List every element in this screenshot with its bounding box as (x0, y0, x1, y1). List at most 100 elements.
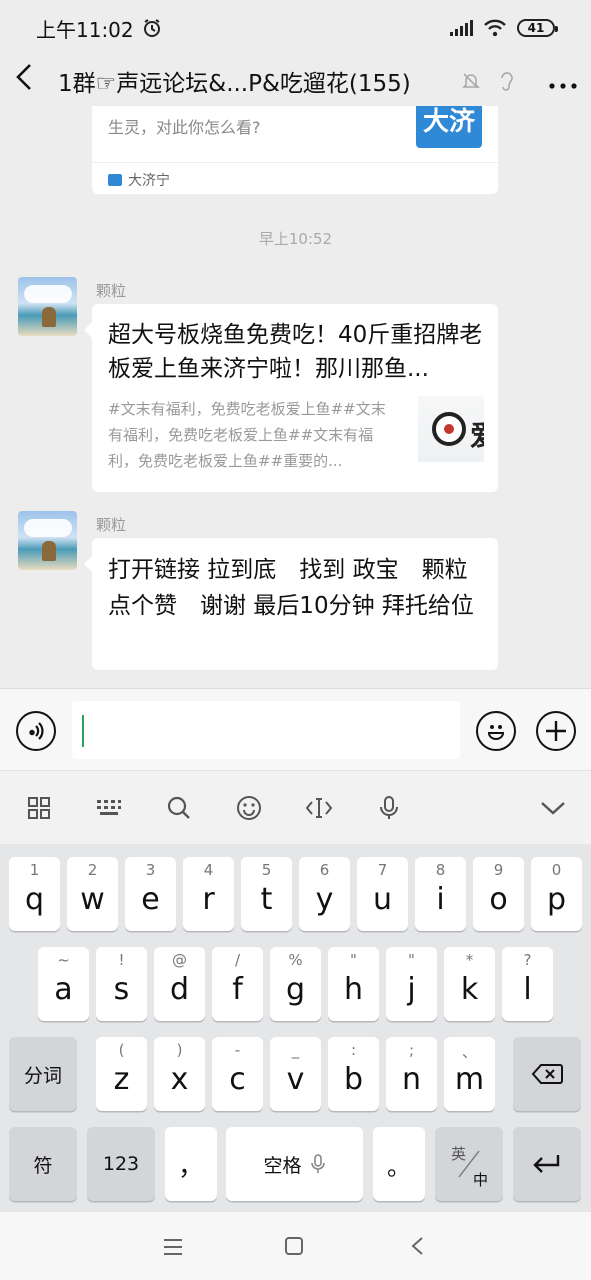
comma-label: ， (177, 1151, 204, 1182)
period-key[interactable]: 。 (373, 1127, 425, 1201)
status-right-group: 41 (449, 19, 558, 37)
link-card-thumbnail: 大济 (416, 106, 482, 148)
key-x[interactable]: ) x (154, 1037, 205, 1111)
key-b[interactable]: :b (328, 1037, 379, 1111)
thumbnail-logo-icon (432, 412, 466, 446)
cursor-move-icon[interactable] (304, 793, 334, 823)
key-hint: 、 (461, 1043, 477, 1061)
key-label: q (24, 881, 45, 917)
key-n[interactable]: ; n (386, 1037, 437, 1111)
key-hint: 4 (203, 861, 214, 879)
key-g[interactable]: % g (270, 947, 321, 1021)
key-label: e (141, 881, 160, 917)
menu-icon[interactable] (162, 1234, 184, 1262)
keyboard-layout-icon[interactable] (94, 793, 124, 823)
key-a[interactable]: ~ a (38, 947, 89, 1021)
key-i[interactable]: 8i (415, 857, 466, 931)
language-switch-key[interactable]: 英 中 (435, 1127, 503, 1201)
key-label: g (285, 971, 306, 1007)
key-d[interactable]: @ d (154, 947, 205, 1021)
key-label: m (454, 1061, 485, 1097)
signal-icon (450, 20, 473, 36)
key-hint: @ (172, 951, 187, 969)
fenci-key[interactable]: 分词 (9, 1037, 77, 1111)
message-input[interactable] (72, 701, 460, 759)
key-m[interactable]: 、 m (444, 1037, 495, 1111)
emoji-icon[interactable] (476, 711, 516, 751)
key-hint: 7 (377, 861, 388, 879)
avatar[interactable] (18, 511, 77, 570)
home-icon[interactable] (284, 1234, 304, 1262)
key-w[interactable]: 2w (67, 857, 118, 931)
key-hint: 3 (145, 861, 156, 879)
key-label: v (286, 1061, 305, 1097)
key-z[interactable]: (z (96, 1037, 147, 1111)
status-time-group: 上午11:02 (36, 14, 162, 43)
link-card-thumb-text: 大济 (422, 107, 475, 137)
apps-grid-icon[interactable] (24, 793, 54, 823)
collapse-keyboard-icon[interactable] (538, 793, 568, 823)
key-hint: : (350, 1041, 357, 1059)
space-key[interactable]: 空格 (226, 1127, 363, 1201)
key-label: h (343, 971, 363, 1007)
status-time: 上午11:02 (36, 17, 134, 42)
mute-bell-icon (462, 73, 480, 89)
symbol-key[interactable]: 符 (9, 1127, 77, 1201)
back-nav-icon[interactable] (410, 1234, 424, 1262)
key-h[interactable]: " h (328, 947, 379, 1021)
chat-title[interactable]: 1群☞声远论坛&...P&吃遛花(155) (58, 64, 411, 98)
microphone-icon[interactable] (374, 793, 404, 823)
key-label: p (546, 881, 567, 917)
key-label: j (407, 971, 416, 1007)
comma-key[interactable]: ， (165, 1127, 217, 1201)
key-o[interactable]: 9o (473, 857, 524, 931)
battery-icon: 41 (517, 19, 558, 37)
key-s[interactable]: ! s (96, 947, 147, 1021)
number-label: 123 (102, 1153, 140, 1175)
key-hint: " (408, 951, 415, 969)
more-options-icon[interactable] (549, 67, 577, 95)
link-card-description: 生灵，对此你怎么看? (108, 118, 261, 137)
key-j[interactable]: " j (386, 947, 437, 1021)
source-logo-icon (108, 174, 122, 186)
space-label: 空格 (263, 1154, 302, 1177)
key-hint: ( (118, 1041, 125, 1059)
source-name: 大济宁 (128, 173, 170, 189)
chat-area[interactable]: 生灵，对此你怎么看? 大济 大济宁 早上10:52 颗粒 超大号板烧鱼免费吃！4… (0, 106, 591, 688)
key-q[interactable]: 1q (9, 857, 60, 931)
plus-icon[interactable] (536, 711, 576, 751)
key-label: w (80, 881, 105, 917)
key-f[interactable]: / f (212, 947, 263, 1021)
emoji-smile-icon[interactable] (234, 793, 264, 823)
link-message-bubble[interactable]: 超大号板烧鱼免费吃！40斤重招牌老板爱上鱼来济宁啦！那川那鱼... #文末有福利… (84, 304, 498, 492)
enter-key[interactable] (513, 1127, 581, 1201)
key-hint: 0 (551, 861, 562, 879)
avatar[interactable] (18, 277, 77, 336)
key-c[interactable]: -c (212, 1037, 263, 1111)
search-icon[interactable] (164, 793, 194, 823)
space-mic-icon (310, 1154, 325, 1173)
key-hint: _ (291, 1041, 300, 1059)
key-k[interactable]: * k (444, 947, 495, 1021)
key-r[interactable]: 4r (183, 857, 234, 931)
key-hint: ) (176, 1041, 183, 1059)
key-hint: 8 (435, 861, 446, 879)
link-card-top[interactable]: 生灵，对此你怎么看? 大济 大济宁 (92, 106, 498, 194)
message-text: 打开链接 拉到底 找到 政宝 颗粒 点个赞 谢谢 最后10分钟 拜托给位 (108, 557, 491, 619)
voice-input-icon[interactable] (16, 711, 56, 751)
key-v[interactable]: _ v (270, 1037, 321, 1111)
header-icons (461, 67, 577, 95)
key-u[interactable]: 7u (357, 857, 408, 931)
key-y[interactable]: 6y (299, 857, 350, 931)
back-icon[interactable] (14, 62, 50, 100)
key-label: t (260, 881, 273, 917)
key-l[interactable]: ? l (502, 947, 553, 1021)
number-key[interactable]: 123 (87, 1127, 155, 1201)
key-label: r (202, 881, 215, 917)
key-hint: " (350, 951, 357, 969)
text-message-bubble[interactable]: 打开链接 拉到底 找到 政宝 颗粒 点个赞 谢谢 最后10分钟 拜托给位 (84, 538, 498, 670)
key-t[interactable]: 5t (241, 857, 292, 931)
key-e[interactable]: 3e (125, 857, 176, 931)
key-p[interactable]: 0p (531, 857, 582, 931)
backspace-key[interactable] (513, 1037, 581, 1111)
